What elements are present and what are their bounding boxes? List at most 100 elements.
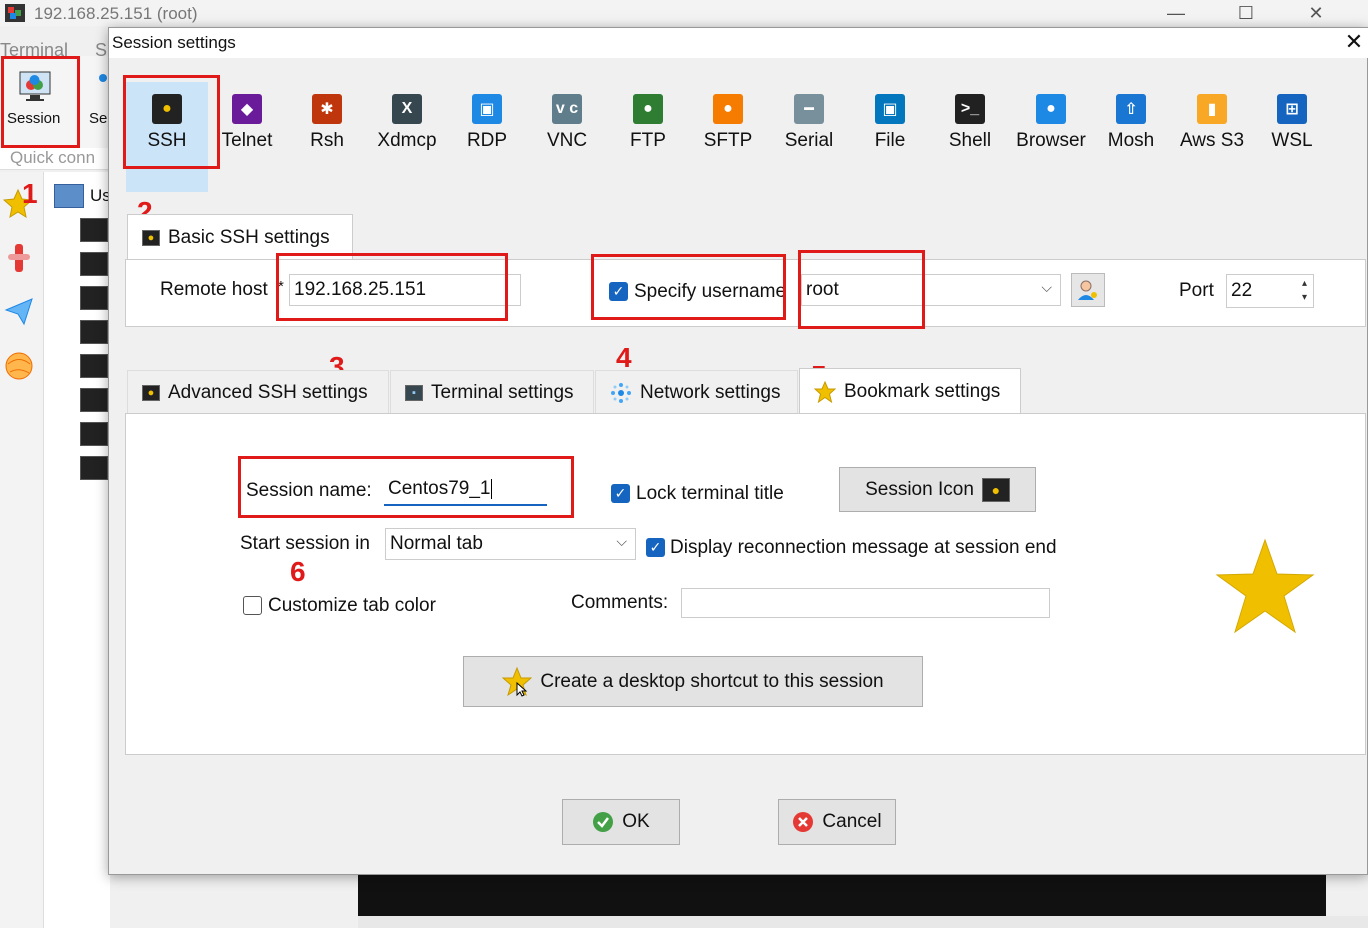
user-credentials-button[interactable] xyxy=(1071,273,1105,307)
tree-session-key-icon[interactable] xyxy=(80,456,108,480)
tools-icon[interactable] xyxy=(4,242,34,274)
comments-label: Comments: xyxy=(571,592,669,613)
key-icon: ● xyxy=(152,94,182,124)
key-icon: ● xyxy=(142,229,160,246)
ok-button[interactable]: OK xyxy=(562,799,680,845)
protocol-sftp-button[interactable]: ● SFTP xyxy=(688,82,768,192)
ok-label: OK xyxy=(622,811,650,832)
dialog-titlebar xyxy=(109,28,1368,58)
star-shortcut-icon xyxy=(502,666,533,697)
tab-basic-ssh-settings[interactable]: ● Basic SSH settings xyxy=(127,214,353,260)
protocol-label: Shell xyxy=(948,130,992,151)
tab-bookmark-settings[interactable]: Bookmark settings xyxy=(799,368,1021,415)
protocol-browser-button[interactable]: ● Browser xyxy=(1011,82,1091,192)
globe-icon[interactable] xyxy=(4,351,34,381)
protocol-mosh-button[interactable]: ⇧ Mosh xyxy=(1091,82,1171,192)
terminal-icon: ▪ xyxy=(405,384,423,401)
terminal-area[interactable] xyxy=(358,874,1326,916)
protocol-label: Xdmcp xyxy=(377,130,437,151)
remote-host-input[interactable]: 192.168.25.151 xyxy=(289,274,521,306)
required-mark: * xyxy=(278,278,284,295)
comments-input[interactable] xyxy=(681,588,1050,618)
main-close-button[interactable]: ✕ xyxy=(1296,3,1336,23)
tree-session-key-icon[interactable] xyxy=(80,286,108,310)
minimize-button[interactable]: — xyxy=(1156,3,1196,23)
protocol-ssh-button[interactable]: ● SSH xyxy=(126,82,208,192)
specify-username-checkbox[interactable]: ✓ xyxy=(609,282,628,301)
tab-terminal-settings[interactable]: ▪ Terminal settings xyxy=(390,370,594,414)
user-folder-icon[interactable] xyxy=(54,184,84,208)
chevron-down-icon: ⌵ xyxy=(1041,279,1052,295)
protocol-file-button[interactable]: ▣ File xyxy=(850,82,930,192)
protocol-label: Telnet xyxy=(221,130,273,151)
username-select[interactable]: root ⌵ xyxy=(801,274,1061,306)
protocol-vnc-button[interactable]: v c VNC xyxy=(527,82,607,192)
lock-terminal-title-checkbox[interactable]: ✓ xyxy=(611,484,630,503)
session-icon-label: Session Icon xyxy=(865,478,974,500)
start-session-in-label: Start session in xyxy=(240,533,370,554)
cancel-button[interactable]: Cancel xyxy=(778,799,896,845)
annotation-6: 6 xyxy=(290,556,306,587)
spinner-icon[interactable]: ▴ ▾ xyxy=(1302,277,1307,305)
port-value: 22 xyxy=(1231,280,1253,301)
monitor-icon xyxy=(19,71,51,101)
text-cursor xyxy=(491,479,493,499)
toolbar-session-button[interactable] xyxy=(4,58,78,148)
tree-session-key-icon[interactable] xyxy=(80,422,108,446)
bookmark-star-icon xyxy=(1215,538,1315,634)
xdmcp-icon: X xyxy=(392,94,422,124)
session-name-label: Session name: xyxy=(246,480,372,501)
create-shortcut-label: Create a desktop shortcut to this sessio… xyxy=(540,670,884,692)
rdp-icon: ▣ xyxy=(472,94,502,124)
tab-advanced-ssh-settings[interactable]: ● Advanced SSH settings xyxy=(127,370,389,414)
create-desktop-shortcut-button[interactable]: Create a desktop shortcut to this sessio… xyxy=(463,656,923,707)
protocol-aws-s3-button[interactable]: ▮ Aws S3 xyxy=(1172,82,1252,192)
serial-icon: ━ xyxy=(794,94,824,124)
specify-username-label: Specify username xyxy=(634,281,787,302)
dialog-close-button[interactable]: ✕ xyxy=(1341,28,1367,56)
tab-network-settings[interactable]: Network settings xyxy=(595,370,798,414)
maximize-button[interactable]: ☐ xyxy=(1226,3,1266,23)
tab-advanced-label: Advanced SSH settings xyxy=(168,381,368,403)
servers-icon xyxy=(99,74,107,82)
customize-tab-color-checkbox[interactable] xyxy=(243,596,262,615)
tree-session-key-icon[interactable] xyxy=(80,388,108,412)
tree-session-key-icon[interactable] xyxy=(80,218,108,242)
protocol-rdp-button[interactable]: ▣ RDP xyxy=(447,82,527,192)
protocol-label: Serial xyxy=(784,130,834,151)
network-icon xyxy=(611,382,631,403)
reconnection-message-label: Display reconnection message at session … xyxy=(670,537,1057,558)
main-sidebar xyxy=(0,172,44,928)
session-icon-button[interactable]: Session Icon ● xyxy=(839,467,1036,512)
protocol-ftp-button[interactable]: ● FTP xyxy=(608,82,688,192)
protocol-label: Aws S3 xyxy=(1179,130,1245,151)
protocol-rsh-button[interactable]: ✱ Rsh xyxy=(287,82,367,192)
session-name-input[interactable]: Centos79_1 xyxy=(384,474,547,506)
protocol-serial-button[interactable]: ━ Serial xyxy=(769,82,849,192)
protocol-xdmcp-button[interactable]: X Xdmcp xyxy=(367,82,447,192)
protocol-shell-button[interactable]: >_ Shell xyxy=(930,82,1010,192)
file-icon: ▣ xyxy=(875,94,905,124)
remote-host-label: Remote host xyxy=(160,279,268,300)
port-input[interactable]: 22 ▴ ▾ xyxy=(1226,274,1314,308)
protocol-wsl-button[interactable]: ⊞ WSL xyxy=(1252,82,1332,192)
protocol-label: Rsh xyxy=(310,130,344,151)
tab-network-label: Network settings xyxy=(640,381,781,403)
shell-icon: >_ xyxy=(955,94,985,124)
rsh-icon: ✱ xyxy=(312,94,342,124)
tree-session-key-icon[interactable] xyxy=(80,252,108,276)
start-session-in-select[interactable]: Normal tab ⌵ xyxy=(385,528,636,560)
main-window-title: 192.168.25.151 (root) xyxy=(34,4,198,23)
key-icon: ● xyxy=(142,384,160,401)
protocol-telnet-button[interactable]: ◆ Telnet xyxy=(207,82,287,192)
tree-session-key-icon[interactable] xyxy=(80,354,108,378)
protocol-label: SFTP xyxy=(703,130,753,151)
send-icon[interactable] xyxy=(4,296,34,326)
session-settings-dialog: Session settings ✕ ● SSH ◆ Telnet ✱ Rsh X Xdmcp… xyxy=(108,27,1368,875)
cancel-circle-icon xyxy=(793,812,814,832)
ftp-icon: ● xyxy=(633,94,663,124)
check-circle-icon xyxy=(593,812,614,832)
reconnection-message-checkbox[interactable]: ✓ xyxy=(646,538,665,557)
tab-terminal-label: Terminal settings xyxy=(431,381,574,403)
tree-session-key-icon[interactable] xyxy=(80,320,108,344)
